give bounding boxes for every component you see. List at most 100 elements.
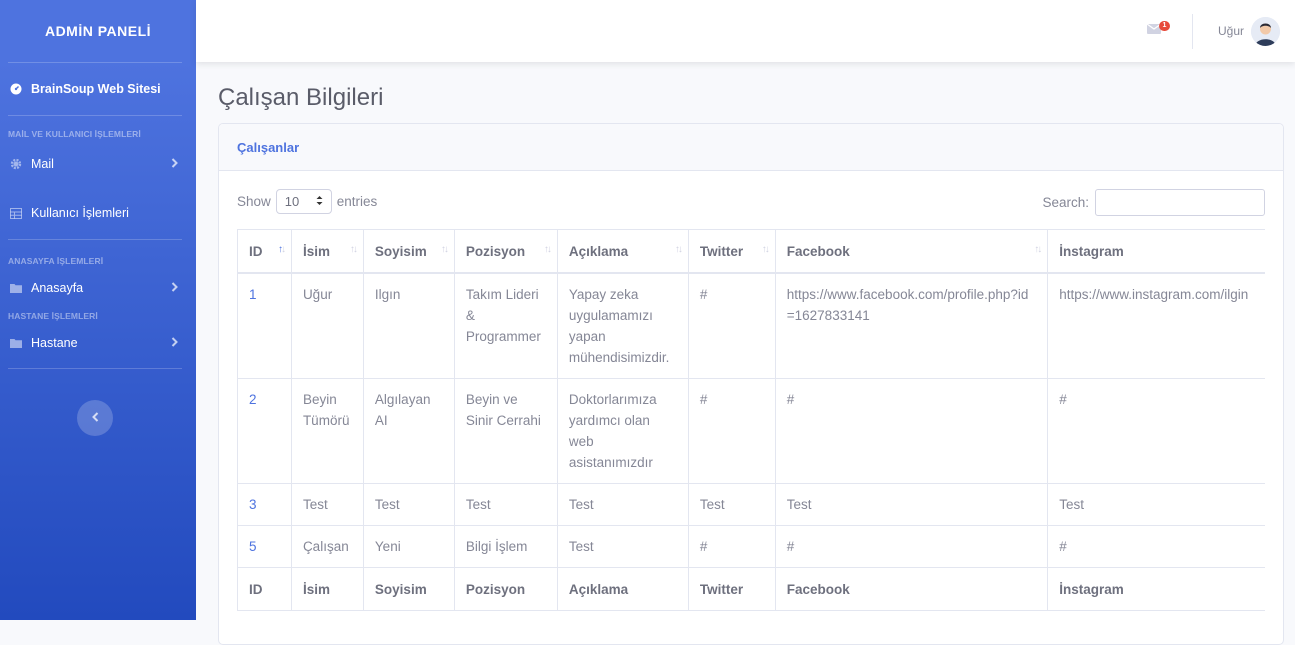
sort-asc-icon: ↑↓	[277, 244, 286, 255]
cell-id: 3	[237, 483, 292, 526]
sidebar-divider	[8, 368, 182, 369]
footer-header-description: Açıklama	[556, 567, 689, 611]
cell-position: Test	[453, 483, 558, 526]
folder-icon	[9, 338, 23, 348]
cell-facebook: #	[774, 525, 1049, 568]
sidebar-heading-hospital: HASTANE İŞLEMLERİ	[8, 311, 98, 321]
cell-name: Test	[290, 483, 364, 526]
column-header-twitter[interactable]: Twitter ↑↓	[687, 229, 776, 274]
employees-table: ID ↑↓ İsim ↑↓ Soyisim ↑↓ Pozisyon ↑↓ Açıklam…	[237, 229, 1265, 611]
folder-icon	[9, 283, 23, 293]
entries-control: Show 10 entries	[237, 189, 377, 214]
select-arrows-icon	[316, 194, 323, 209]
avatar[interactable]	[1251, 17, 1280, 46]
table-icon	[9, 207, 23, 219]
search-input[interactable]	[1095, 189, 1265, 216]
sidebar-item-label: Kullanıcı İşlemleri	[31, 206, 129, 220]
footer-header-twitter: Twitter	[687, 567, 776, 611]
sidebar-item-users[interactable]: Kullanıcı İşlemleri	[0, 190, 196, 236]
table-row: 2 Beyin Tümörü Algılayan AI Beyin ve Sin…	[237, 378, 1265, 484]
cell-instagram: https://www.instagram.com/ilgin	[1047, 272, 1265, 379]
employees-card: Çalışanlar Show 10 entries Search: ID ↑↓ …	[218, 123, 1284, 645]
mail-count-badge: 1	[1159, 21, 1170, 31]
show-label: Show	[237, 194, 271, 209]
sort-icon: ↑↓	[440, 244, 449, 255]
column-header-surname[interactable]: Soyisim ↑↓	[362, 229, 455, 274]
cell-twitter: Test	[687, 483, 776, 526]
cell-name: Çalışan	[290, 525, 364, 568]
sidebar: ADMİN PANELİ BrainSoup Web Sitesi MAİL V…	[0, 0, 196, 620]
cell-description: Yapay zeka uygulamamızı yapan mühendisim…	[556, 272, 689, 379]
cell-instagram: Test	[1047, 483, 1265, 526]
table-footer-row: ID İsim Soyisim Pozisyon Açıklama Twitte…	[237, 567, 1265, 611]
sidebar-item-hospital[interactable]: Hastane	[0, 321, 196, 365]
cell-twitter: #	[687, 378, 776, 484]
sort-icon: ↑↓	[761, 244, 770, 255]
sort-icon: ↑↓	[349, 244, 358, 255]
sidebar-divider	[8, 239, 182, 240]
cell-id: 5	[237, 525, 292, 568]
column-header-facebook[interactable]: Facebook ↑↓	[774, 229, 1049, 274]
footer-header-instagram: İnstagram	[1047, 567, 1265, 611]
column-header-id[interactable]: ID ↑↓	[237, 229, 292, 274]
search-label: Search:	[1042, 195, 1089, 210]
page-title: Çalışan Bilgileri	[218, 84, 384, 111]
table-row: 3 Test Test Test Test Test Test Test	[237, 483, 1265, 526]
cell-position: Takım Lideri & Programmer	[453, 272, 558, 379]
sidebar-item-mail[interactable]: Mail	[0, 141, 196, 187]
dashboard-icon	[9, 83, 23, 95]
sort-icon: ↑↓	[674, 244, 683, 255]
cell-surname: Test	[362, 483, 455, 526]
column-header-position[interactable]: Pozisyon ↑↓	[453, 229, 558, 274]
employees-table-wrapper: ID ↑↓ İsim ↑↓ Soyisim ↑↓ Pozisyon ↑↓ Açıklam…	[237, 229, 1265, 611]
cell-id: 2	[237, 378, 292, 484]
cell-twitter: #	[687, 525, 776, 568]
cell-surname: Ilgın	[362, 272, 455, 379]
sidebar-heading-home: ANASAYFA İŞLEMLERİ	[8, 256, 104, 266]
column-header-name[interactable]: İsim ↑↓	[290, 229, 364, 274]
footer-header-name: İsim	[290, 567, 364, 611]
entries-label: entries	[336, 194, 378, 209]
gear-icon	[9, 158, 23, 170]
footer-header-position: Pozisyon	[453, 567, 558, 611]
cell-name: Beyin Tümörü	[290, 378, 364, 484]
sidebar-item-label: Hastane	[31, 336, 78, 350]
sidebar-item-label: Mail	[31, 157, 54, 171]
search-control: Search:	[1042, 189, 1265, 216]
chevron-right-icon	[171, 281, 178, 295]
column-header-description[interactable]: Açıklama ↑↓	[556, 229, 689, 274]
cell-id: 1	[237, 272, 292, 379]
sidebar-toggle-button[interactable]	[77, 400, 113, 436]
chevron-left-icon	[91, 411, 99, 425]
cell-facebook: #	[774, 378, 1049, 484]
sidebar-item-label: BrainSoup Web Sitesi	[31, 82, 161, 96]
cell-name: Uğur	[290, 272, 364, 379]
sidebar-item-website[interactable]: BrainSoup Web Sitesi	[0, 63, 196, 115]
cell-position: Bilgi İşlem	[453, 525, 558, 568]
topbar-divider	[1192, 14, 1193, 49]
column-header-instagram[interactable]: İnstagram	[1047, 229, 1265, 274]
footer-header-facebook: Facebook	[774, 567, 1049, 611]
sidebar-heading-mail: MAİL VE KULLANICI İŞLEMLERİ	[8, 129, 141, 139]
footer-header-id: ID	[237, 567, 292, 611]
chevron-right-icon	[171, 157, 178, 171]
cell-description: Test	[556, 525, 689, 568]
cell-description: Test	[556, 483, 689, 526]
cell-twitter: #	[687, 272, 776, 379]
table-row: 5 Çalışan Yeni Bilgi İşlem Test # # #	[237, 525, 1265, 568]
cell-position: Beyin ve Sinir Cerrahi	[453, 378, 558, 484]
cell-description: Doktorlarımıza yardımcı olan web asistan…	[556, 378, 689, 484]
sort-icon: ↑↓	[1034, 244, 1042, 255]
cell-surname: Algılayan AI	[362, 378, 455, 484]
table-header-row: ID ↑↓ İsim ↑↓ Soyisim ↑↓ Pozisyon ↑↓ Açıklam…	[237, 229, 1265, 274]
cell-instagram: #	[1047, 378, 1265, 484]
sidebar-item-home[interactable]: Anasayfa	[0, 266, 196, 310]
sidebar-divider	[8, 115, 182, 116]
footer-header-surname: Soyisim	[362, 567, 455, 611]
entries-select[interactable]: 10	[275, 189, 332, 214]
cell-facebook: Test	[774, 483, 1049, 526]
sidebar-brand[interactable]: ADMİN PANELİ	[0, 0, 196, 62]
sidebar-item-label: Anasayfa	[31, 281, 84, 295]
card-title: Çalışanlar	[219, 124, 1283, 171]
user-name[interactable]: Uğur	[1218, 24, 1244, 38]
